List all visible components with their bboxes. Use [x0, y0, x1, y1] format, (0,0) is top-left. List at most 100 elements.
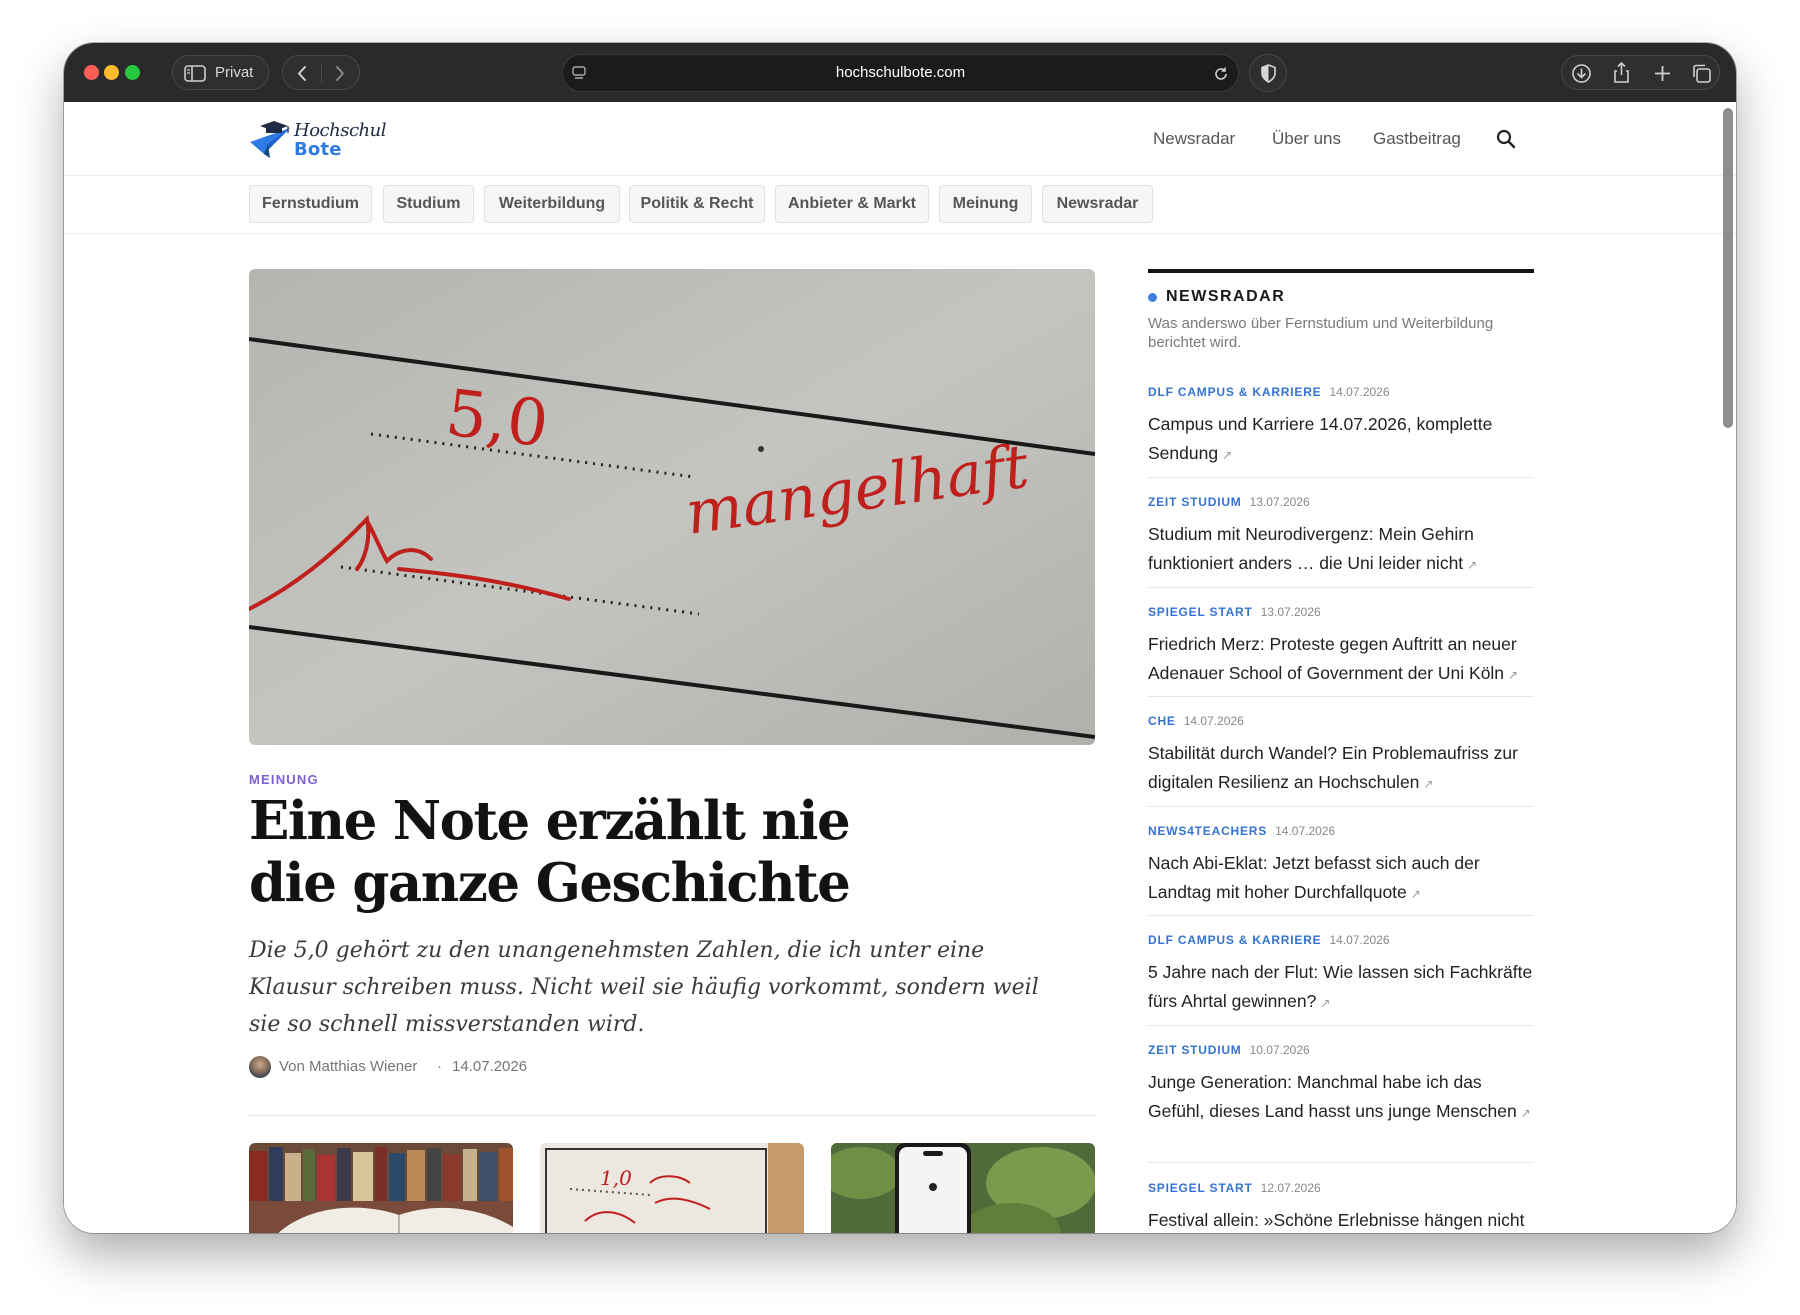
hero-grade-text: 5,0 [442, 376, 552, 462]
news-title: Friedrich Merz: Proteste gegen Auftritt … [1148, 634, 1517, 683]
privacy-report-button[interactable] [1249, 54, 1287, 92]
back-icon[interactable] [296, 65, 308, 82]
news-title: 5 Jahre nach der Flut: Wie lassen sich F… [1148, 962, 1533, 1011]
article-thumbnail-2[interactable]: 1,0 [540, 1143, 804, 1233]
history-nav [282, 55, 360, 90]
browser-window: Privat hochschulbote.com Hochschul Bote … [64, 43, 1736, 1233]
private-label: Privat [215, 64, 254, 81]
forward-icon[interactable] [334, 65, 346, 82]
sidebar-title: NEWSRADAR [1166, 288, 1286, 305]
logo-text-bottom: Bote [294, 139, 342, 160]
address-bar[interactable]: hochschulbote.com [562, 54, 1239, 92]
logo-text-top: Hochschul [294, 120, 386, 141]
sidebar-top-rule [1148, 269, 1534, 273]
news-date: 14.07.2026 [1329, 385, 1390, 399]
category-politik-recht[interactable]: Politik & Recht [629, 185, 765, 223]
category-fernstudium[interactable]: Fernstudium [249, 185, 372, 223]
nav-gastbeitrag[interactable]: Gastbeitrag [1373, 129, 1461, 149]
category-newsradar[interactable]: Newsradar [1042, 185, 1153, 223]
headline-line-1: Eine Note erzählt nie [249, 790, 851, 852]
news-separator [1148, 1025, 1534, 1026]
category-studium[interactable]: Studium [383, 185, 474, 223]
author-name[interactable]: Von Matthias Wiener [279, 1058, 417, 1075]
newsradar-sidebar: NEWSRADAR Was anderswo über Fernstudium … [1148, 269, 1534, 1230]
search-icon[interactable] [1496, 129, 1516, 149]
news-source: DLF CAMPUS & KARRIERE [1148, 933, 1322, 947]
logo-plane-icon [250, 121, 290, 158]
news-item[interactable]: ZEIT STUDIUM 10.07.2026 Junge Generation:… [1148, 1041, 1534, 1128]
toolbar-actions [1561, 55, 1720, 90]
thumbnail-phone-plants [831, 1143, 1095, 1233]
news-title: Festival allein: »Schöne Erlebnisse häng… [1148, 1210, 1525, 1230]
share-icon[interactable] [1612, 61, 1631, 84]
external-link-icon: ↗ [1423, 777, 1434, 791]
author-avatar[interactable] [249, 1056, 271, 1078]
news-item[interactable]: DLF CAMPUS & KARRIERE 14.07.2026 5 Jahre … [1148, 931, 1534, 1018]
news-date: 10.07.2026 [1249, 1043, 1310, 1057]
nav-newsradar[interactable]: Newsradar [1153, 129, 1235, 149]
news-item[interactable]: ZEIT STUDIUM 13.07.2026 Studium mit Neuro… [1148, 493, 1534, 580]
news-separator [1148, 587, 1534, 588]
article-kicker[interactable]: MEINUNG [249, 772, 319, 787]
article-headline[interactable]: Eine Note erzählt nie die ganze Geschich… [249, 790, 1049, 914]
downloads-icon[interactable] [1571, 63, 1592, 84]
news-date: 14.07.2026 [1183, 714, 1244, 728]
sidebar-subtitle: Was anderswo über Fernstudium und Weiter… [1148, 315, 1494, 351]
nav-divider [321, 64, 322, 83]
url-text: hochschulbote.com [835, 64, 966, 81]
news-item[interactable]: SPIEGEL START 13.07.2026 Friedrich Merz: … [1148, 603, 1534, 690]
article-lead: Die 5,0 gehört zu den unangenehmsten Zah… [249, 938, 1039, 1037]
news-item[interactable]: SPIEGEL START 12.07.2026 Festival allein:… [1148, 1179, 1534, 1233]
news-title: Campus und Karriere 14.07.2026, komplett… [1148, 414, 1493, 463]
sidebar-toggle-button[interactable]: Privat [172, 55, 269, 90]
news-separator [1148, 477, 1534, 478]
news-date: 13.07.2026 [1249, 495, 1310, 509]
new-tab-icon[interactable] [1653, 64, 1672, 83]
news-separator [1148, 806, 1534, 807]
external-link-icon: ↗ [1508, 668, 1519, 682]
reload-icon[interactable] [1213, 66, 1229, 82]
thumbnail-library-book [249, 1143, 513, 1233]
news-separator [1148, 1162, 1534, 1163]
article-thumbnail-1[interactable] [249, 1143, 513, 1233]
web-page: Hochschul Bote Newsradar Über uns Gastbe… [64, 102, 1736, 1233]
byline-separator: · [437, 1058, 442, 1075]
site-header: Hochschul Bote Newsradar Über uns Gastbe… [64, 102, 1736, 176]
site-logo[interactable]: Hochschul Bote [246, 118, 386, 162]
news-date: 14.07.2026 [1329, 933, 1390, 947]
category-meinung[interactable]: Meinung [939, 185, 1032, 223]
headline-line-2: die ganze Geschichte [249, 852, 851, 914]
category-anbieter-markt[interactable]: Anbieter & Markt [775, 185, 929, 223]
news-source: SPIEGEL START [1148, 605, 1253, 619]
news-item[interactable]: NEWS4TEACHERS 14.07.2026 Nach Abi-Eklat: … [1148, 822, 1534, 909]
news-date: 13.07.2026 [1260, 605, 1321, 619]
thumbnail-grade-note: 1,0 [540, 1143, 804, 1233]
category-bar: Fernstudium Studium Weiterbildung Politi… [64, 176, 1736, 234]
news-separator [1148, 696, 1534, 697]
news-source: SPIEGEL START [1148, 1181, 1253, 1195]
external-link-icon: ↗ [1410, 887, 1421, 901]
news-source: CHE [1148, 714, 1176, 728]
article-date: 14.07.2026 [452, 1058, 528, 1075]
news-title: Studium mit Neurodivergenz: Mein Gehirn … [1148, 524, 1474, 573]
close-window-button[interactable] [84, 65, 99, 80]
article-thumbnail-3[interactable] [831, 1143, 1095, 1233]
nav-ueber-uns[interactable]: Über uns [1272, 129, 1341, 149]
live-dot-icon [1148, 293, 1157, 302]
category-weiterbildung[interactable]: Weiterbildung [484, 185, 620, 223]
news-title: Nach Abi-Eklat: Jetzt befasst sich auch … [1148, 853, 1480, 902]
page-scrollbar[interactable] [1723, 108, 1733, 428]
content-divider [249, 1115, 1095, 1116]
news-title: Stabilität durch Wandel? Ein Problemaufr… [1148, 743, 1518, 792]
news-item[interactable]: CHE 14.07.2026 Stabilität durch Wandel? E… [1148, 712, 1534, 799]
minimize-window-button[interactable] [104, 65, 119, 80]
news-title: Junge Generation: Manchmal habe ich das … [1148, 1072, 1517, 1121]
external-link-icon: ↗ [1467, 558, 1478, 572]
news-separator [1148, 915, 1534, 916]
shield-icon [1261, 64, 1276, 83]
tab-overview-icon[interactable] [1691, 63, 1712, 84]
news-item[interactable]: DLF CAMPUS & KARRIERE 14.07.2026 Campus u… [1148, 383, 1534, 470]
news-source: ZEIT STUDIUM [1148, 1043, 1242, 1057]
hero-image[interactable]: 5,0 mangelhaft [249, 269, 1095, 745]
zoom-window-button[interactable] [125, 65, 140, 80]
